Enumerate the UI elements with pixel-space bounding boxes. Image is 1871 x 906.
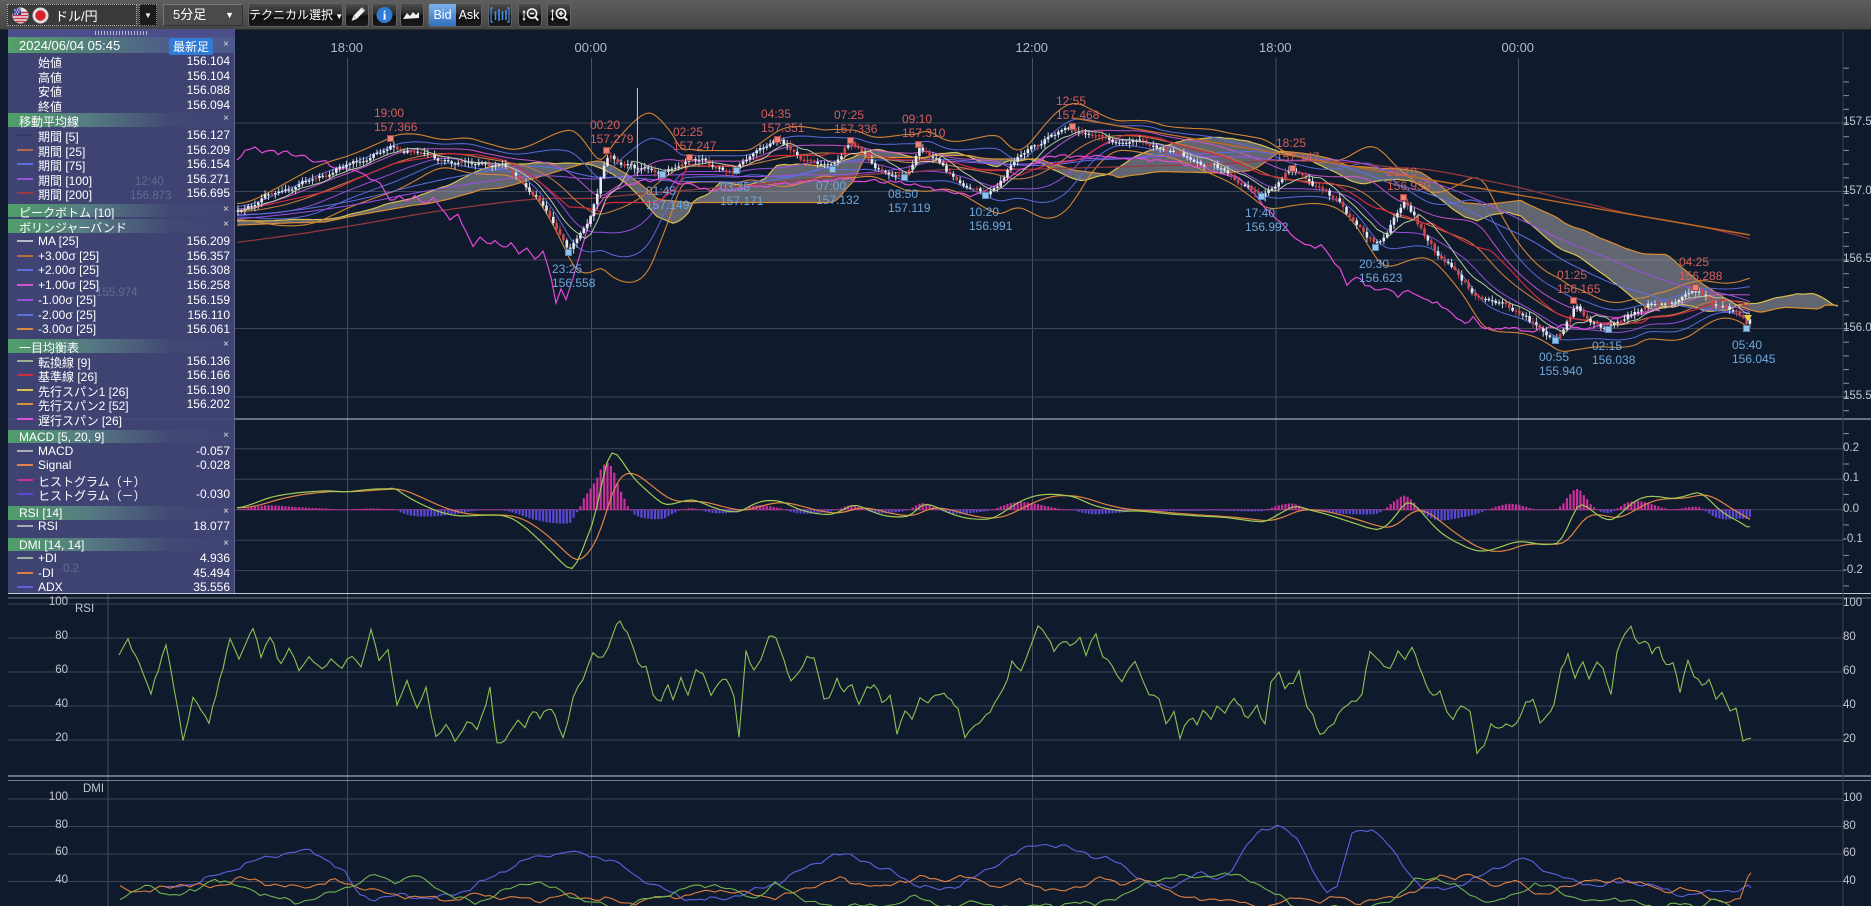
svg-text:i: i: [383, 8, 387, 23]
